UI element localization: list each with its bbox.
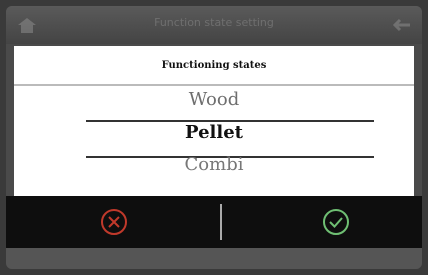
option-wood[interactable]: Wood	[14, 89, 414, 110]
cancel-button[interactable]	[98, 206, 130, 238]
device-screen: Function state setting Functioning state…	[6, 6, 422, 269]
option-combi[interactable]: Combi	[14, 154, 414, 175]
state-picker-panel: Functioning states Wood Pellet Combi	[14, 46, 414, 196]
back-icon[interactable]	[390, 16, 412, 34]
header-title: Function state setting	[154, 16, 274, 29]
state-picker[interactable]: Wood Pellet Combi	[14, 86, 414, 196]
picker-title: Functioning states	[14, 46, 414, 86]
confirm-button[interactable]	[320, 206, 352, 238]
bottom-bar	[6, 248, 422, 269]
cancel-circle-icon	[101, 209, 127, 235]
action-divider	[220, 204, 222, 240]
option-pellet[interactable]: Pellet	[14, 122, 414, 143]
top-bar: Function state setting	[6, 6, 422, 44]
action-bar	[6, 196, 422, 248]
check-circle-icon	[323, 209, 349, 235]
